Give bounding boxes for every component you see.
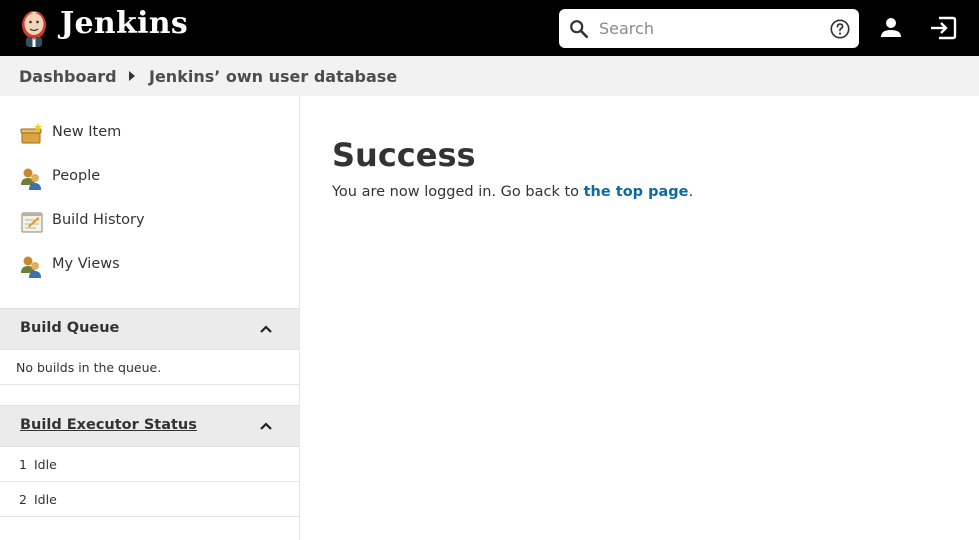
notepad-icon: [21, 212, 43, 233]
chevron-up-icon[interactable]: [259, 420, 273, 432]
build-queue-empty-text: No builds in the queue.: [16, 360, 162, 375]
executor-row: 1 Idle: [0, 447, 299, 482]
executor-status: Idle: [34, 492, 57, 507]
brand-title[interactable]: Jenkins: [60, 6, 188, 41]
executor-status-title[interactable]: Build Executor Status: [20, 417, 197, 433]
message-prefix: You are now logged in. Go back to: [332, 184, 584, 200]
search-icon: [570, 20, 589, 39]
people-icon: [21, 168, 41, 190]
new-item-icon: [20, 123, 42, 144]
people-icon: [21, 256, 41, 278]
chevron-right-icon: [129, 71, 135, 81]
build-queue-title: Build Queue: [20, 320, 120, 336]
top-page-link[interactable]: the top page: [584, 184, 689, 200]
help-icon[interactable]: [829, 18, 851, 40]
breadcrumb: Dashboard Jenkins’ own user database: [0, 56, 979, 96]
executor-status-header: Build Executor Status: [0, 405, 299, 447]
sidebar-item-label: My Views: [52, 256, 120, 272]
user-icon[interactable]: [878, 15, 904, 41]
sidebar: New Item People Build History My Views B…: [0, 96, 300, 540]
build-queue-empty-row: No builds in the queue.: [0, 350, 299, 385]
executor-number: 2: [19, 492, 27, 507]
success-message: You are now logged in. Go back to the to…: [332, 184, 693, 200]
top-header: Jenkins: [0, 0, 979, 56]
page-title: Success: [332, 136, 476, 174]
executor-status: Idle: [34, 457, 57, 472]
logout-icon[interactable]: [929, 15, 957, 41]
jenkins-logo-icon[interactable]: [17, 7, 51, 49]
search-box[interactable]: [559, 9, 859, 48]
build-queue-header: Build Queue: [0, 308, 299, 350]
chevron-up-icon[interactable]: [259, 323, 273, 335]
message-suffix: .: [688, 184, 694, 200]
sidebar-item-label: People: [52, 168, 101, 184]
breadcrumb-dashboard[interactable]: Dashboard: [19, 67, 117, 86]
sidebar-item-label: New Item: [52, 124, 122, 140]
sidebar-item-label: Build History: [52, 212, 145, 228]
executor-number: 1: [19, 457, 27, 472]
breadcrumb-user-database[interactable]: Jenkins’ own user database: [149, 67, 397, 86]
search-input[interactable]: [599, 13, 819, 44]
executor-row: 2 Idle: [0, 482, 299, 517]
